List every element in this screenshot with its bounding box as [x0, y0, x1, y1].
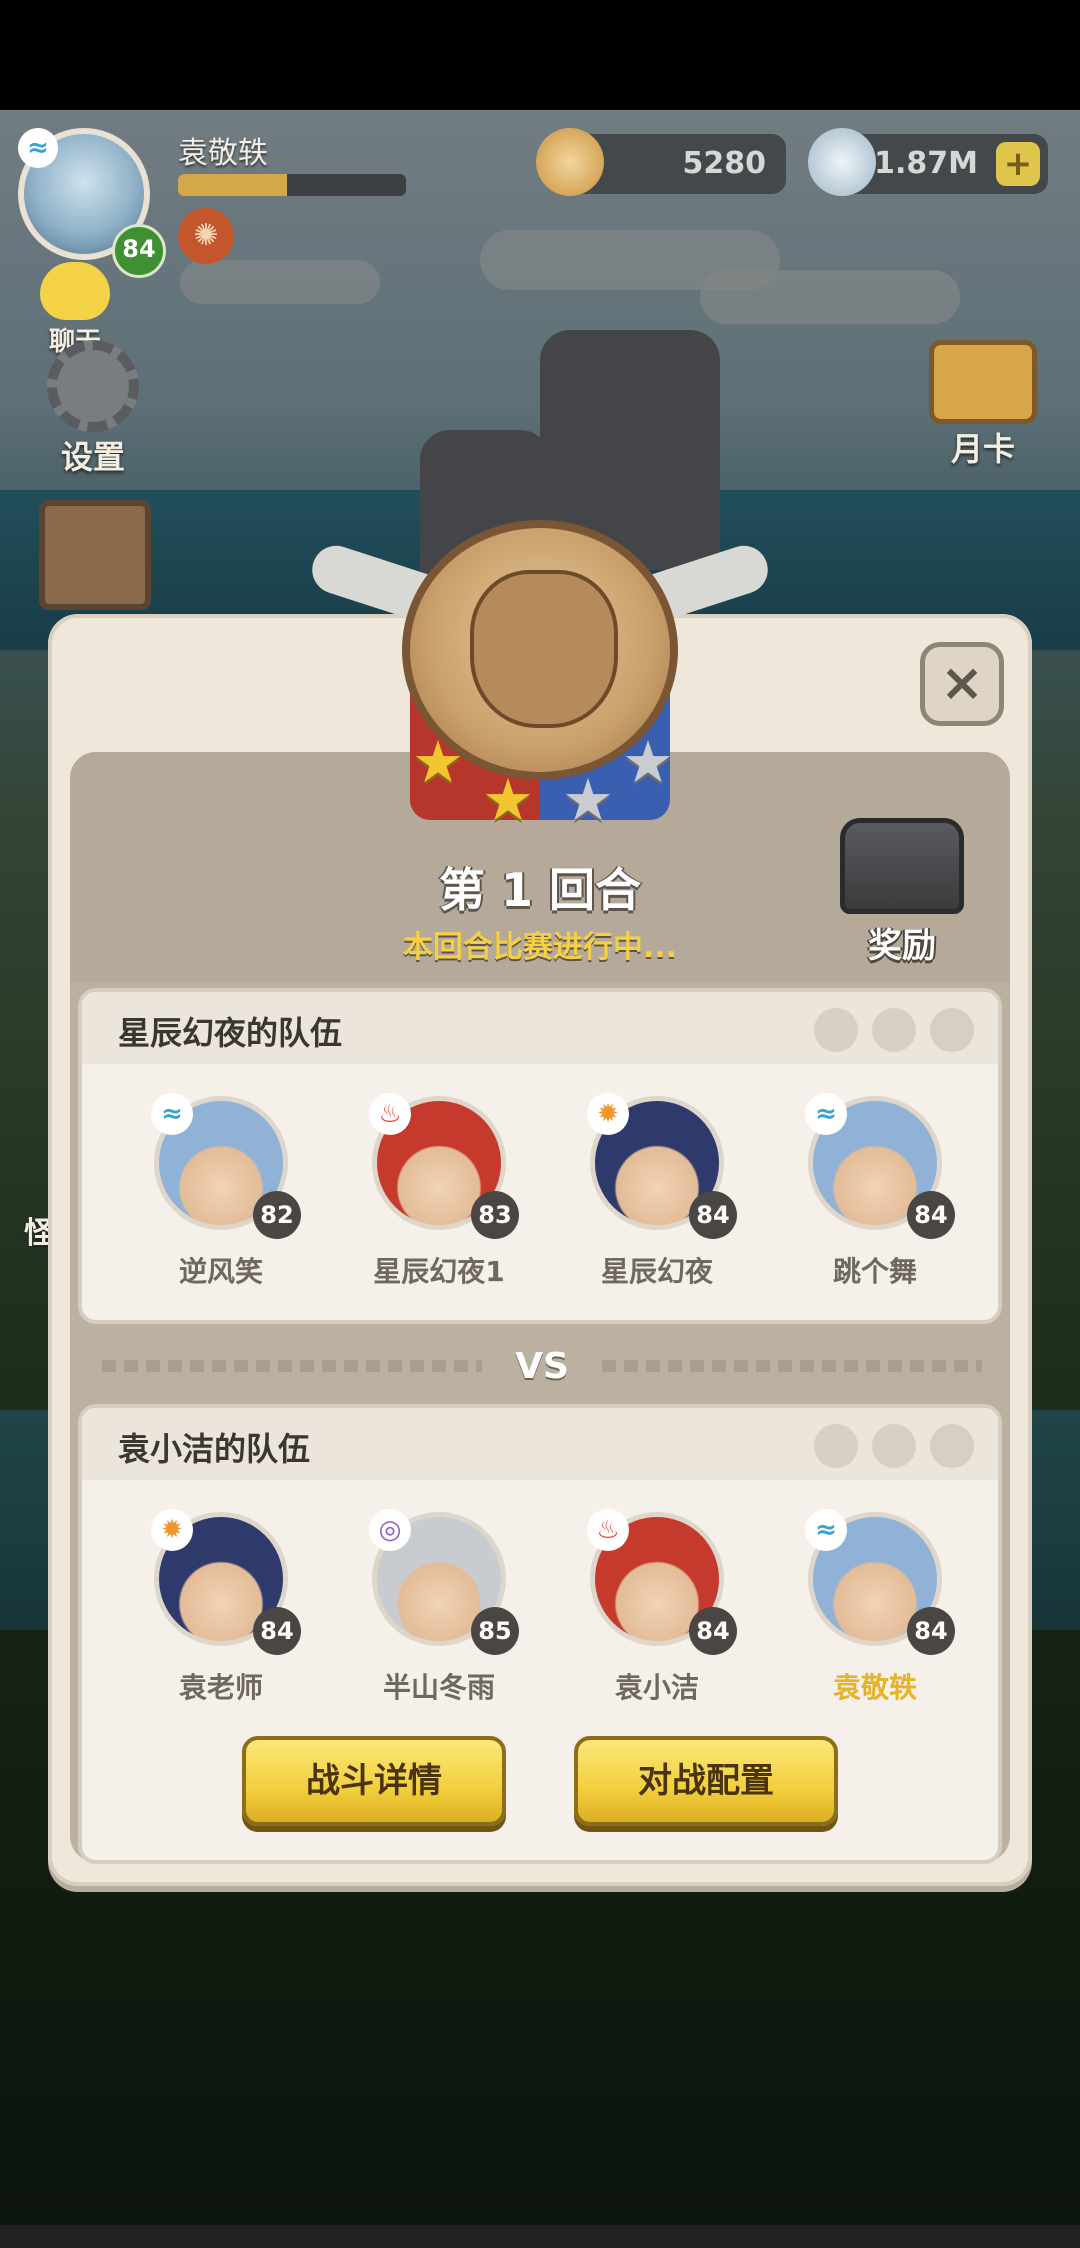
- gear-icon: [47, 340, 139, 432]
- reward-label[interactable]: 奖励: [840, 918, 964, 967]
- member-level-badge: 84: [689, 1607, 737, 1655]
- add-currency-button[interactable]: +: [996, 142, 1040, 186]
- star-icon-empty: ★: [622, 728, 674, 796]
- chat-bubble-icon: [40, 262, 110, 320]
- rank-icon[interactable]: ✺: [178, 208, 234, 264]
- member-level-badge: 84: [689, 1191, 737, 1239]
- water-element-icon: ≈: [151, 1093, 193, 1135]
- monthly-card-label: 月卡: [950, 430, 1015, 468]
- water-element-icon: ≈: [805, 1509, 847, 1551]
- team-member[interactable]: ♨ 84 袁小洁: [562, 1509, 752, 1712]
- pearl-icon: [808, 128, 876, 196]
- team-name: 星辰幻夜的队伍: [118, 1014, 343, 1052]
- team-member[interactable]: ≈84 袁敬轶: [780, 1509, 970, 1712]
- fire-element-icon: ♨: [587, 1509, 629, 1551]
- member-name: 跳个舞: [832, 1255, 917, 1288]
- battle-config-button[interactable]: 对战配置: [574, 1736, 838, 1826]
- team-member[interactable]: ♨ 83 星辰幻夜1: [344, 1093, 534, 1296]
- star-icon-empty: ★: [562, 766, 614, 834]
- member-name: 星辰幻夜1: [373, 1255, 505, 1288]
- slot-dot: [814, 1424, 858, 1468]
- slot-dot: [872, 1008, 916, 1052]
- member-level-badge: 83: [471, 1191, 519, 1239]
- status-bar: [0, 0, 1080, 110]
- player-xp-fill: [178, 174, 288, 196]
- member-portrait[interactable]: ♨ 84: [587, 1509, 737, 1655]
- member-name: 袁敬轶: [832, 1671, 917, 1704]
- member-level-badge: 84: [907, 1607, 955, 1655]
- close-button[interactable]: ×: [920, 642, 1004, 726]
- team-member[interactable]: ≈84 跳个舞: [780, 1093, 970, 1296]
- team-member[interactable]: ✹ 84 袁老师: [126, 1509, 316, 1712]
- flame-element-icon: ✹: [587, 1093, 629, 1135]
- team-header: 星辰幻夜的队伍: [82, 992, 998, 1064]
- member-level-badge: 85: [471, 1607, 519, 1655]
- player-name: 袁敬轶: [178, 136, 268, 171]
- team-header: 袁小洁的队伍: [82, 1408, 998, 1480]
- notice-board-icon: [39, 500, 151, 610]
- navigation-bar: [0, 2225, 1080, 2248]
- team-card-top: 星辰幻夜的队伍 ≈82 逆风笑 ♨ 83 星辰幻夜1 ✹ 84 星辰幻夜 ≈84 跳个舞: [78, 988, 1002, 1324]
- water-element-icon: ≈: [18, 128, 58, 168]
- member-level-badge: 82: [253, 1191, 301, 1239]
- member-portrait[interactable]: ✹ 84: [587, 1093, 737, 1239]
- star-icon-earned: ★: [412, 728, 464, 796]
- member-name: 袁小洁: [614, 1671, 699, 1704]
- slot-dot: [930, 1424, 974, 1468]
- reward-chest-icon[interactable]: [840, 818, 964, 914]
- slot-dot: [814, 1008, 858, 1052]
- member-name: 星辰幻夜: [600, 1255, 713, 1288]
- round-emblem: ★ ★ ★ ★: [306, 520, 774, 829]
- beast-face-icon: [470, 570, 618, 728]
- settings-button[interactable]: 设置: [38, 340, 148, 478]
- member-portrait[interactable]: ≈82: [151, 1093, 301, 1239]
- member-name: 半山冬雨: [382, 1671, 495, 1704]
- vs-label: VS: [515, 1346, 569, 1387]
- member-portrait[interactable]: ≈84: [805, 1093, 955, 1239]
- team-card-bottom: 袁小洁的队伍 ✹ 84 袁老师 ◎ 85 半山冬雨 ♨ 84 袁小洁 ≈84 袁敬轶: [78, 1404, 1002, 1864]
- member-portrait[interactable]: ✹ 84: [151, 1509, 301, 1655]
- shadow-element-icon: ◎: [369, 1509, 411, 1551]
- player-xp-bar: [178, 174, 406, 196]
- team-slot-indicators: [800, 1424, 974, 1472]
- member-name: 逆风笑: [178, 1255, 263, 1288]
- team-member[interactable]: ≈82 逆风笑: [126, 1093, 316, 1296]
- shell-coin-icon: [536, 128, 604, 196]
- member-level-badge: 84: [253, 1607, 301, 1655]
- member-portrait[interactable]: ≈84: [805, 1509, 955, 1655]
- slot-dot: [930, 1008, 974, 1052]
- member-level-badge: 84: [907, 1191, 955, 1239]
- battle-details-button[interactable]: 战斗详情: [242, 1736, 506, 1826]
- monthly-card-icon: [929, 340, 1037, 424]
- member-portrait[interactable]: ◎ 85: [369, 1509, 519, 1655]
- star-icon-earned: ★: [482, 766, 534, 834]
- fire-element-icon: ♨: [369, 1093, 411, 1135]
- team-member[interactable]: ◎ 85 半山冬雨: [344, 1509, 534, 1712]
- team-name: 袁小洁的队伍: [118, 1430, 311, 1468]
- slot-dot: [872, 1424, 916, 1468]
- team-slot-indicators: [800, 1008, 974, 1056]
- member-portrait[interactable]: ♨ 83: [369, 1093, 519, 1239]
- versus-divider: VS: [102, 1346, 982, 1387]
- monthly-card-button[interactable]: 月卡: [918, 340, 1048, 470]
- flame-element-icon: ✹: [151, 1509, 193, 1551]
- water-element-icon: ≈: [805, 1093, 847, 1135]
- settings-label: 设置: [60, 438, 125, 476]
- member-name: 袁老师: [178, 1671, 263, 1704]
- team-member[interactable]: ✹ 84 星辰幻夜: [562, 1093, 752, 1296]
